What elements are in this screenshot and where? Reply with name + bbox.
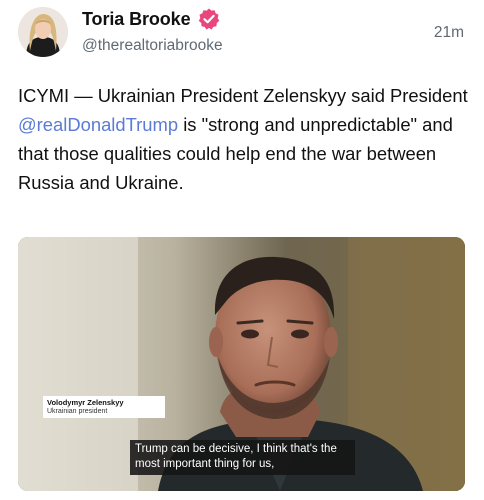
avatar-image xyxy=(18,7,68,57)
avatar[interactable] xyxy=(18,7,68,57)
verified-badge-icon xyxy=(197,7,221,31)
lower-third: Volodymyr Zelenskyy Ukrainian president xyxy=(43,396,165,418)
mention-link[interactable]: @realDonaldTrump xyxy=(18,114,178,135)
user-handle[interactable]: @therealtoriabrooke xyxy=(82,37,223,55)
lower-third-name: Volodymyr Zelenskyy xyxy=(47,398,124,407)
post-timestamp[interactable]: 21m xyxy=(434,24,464,42)
post-header: Toria Brooke @therealtoriabrooke 21m xyxy=(0,0,484,70)
name-row: Toria Brooke xyxy=(82,7,221,31)
display-name[interactable]: Toria Brooke xyxy=(82,9,191,30)
lower-third-title: Ukrainian president xyxy=(47,408,108,415)
video-subtitle: Trump can be decisive, I think that's th… xyxy=(130,440,355,475)
post-text-before: ICYMI — Ukrainian President Zelenskyy sa… xyxy=(18,85,468,106)
post-body: ICYMI — Ukrainian President Zelenskyy sa… xyxy=(18,81,468,197)
video-media[interactable]: Volodymyr Zelenskyy Ukrainian president … xyxy=(18,237,465,491)
